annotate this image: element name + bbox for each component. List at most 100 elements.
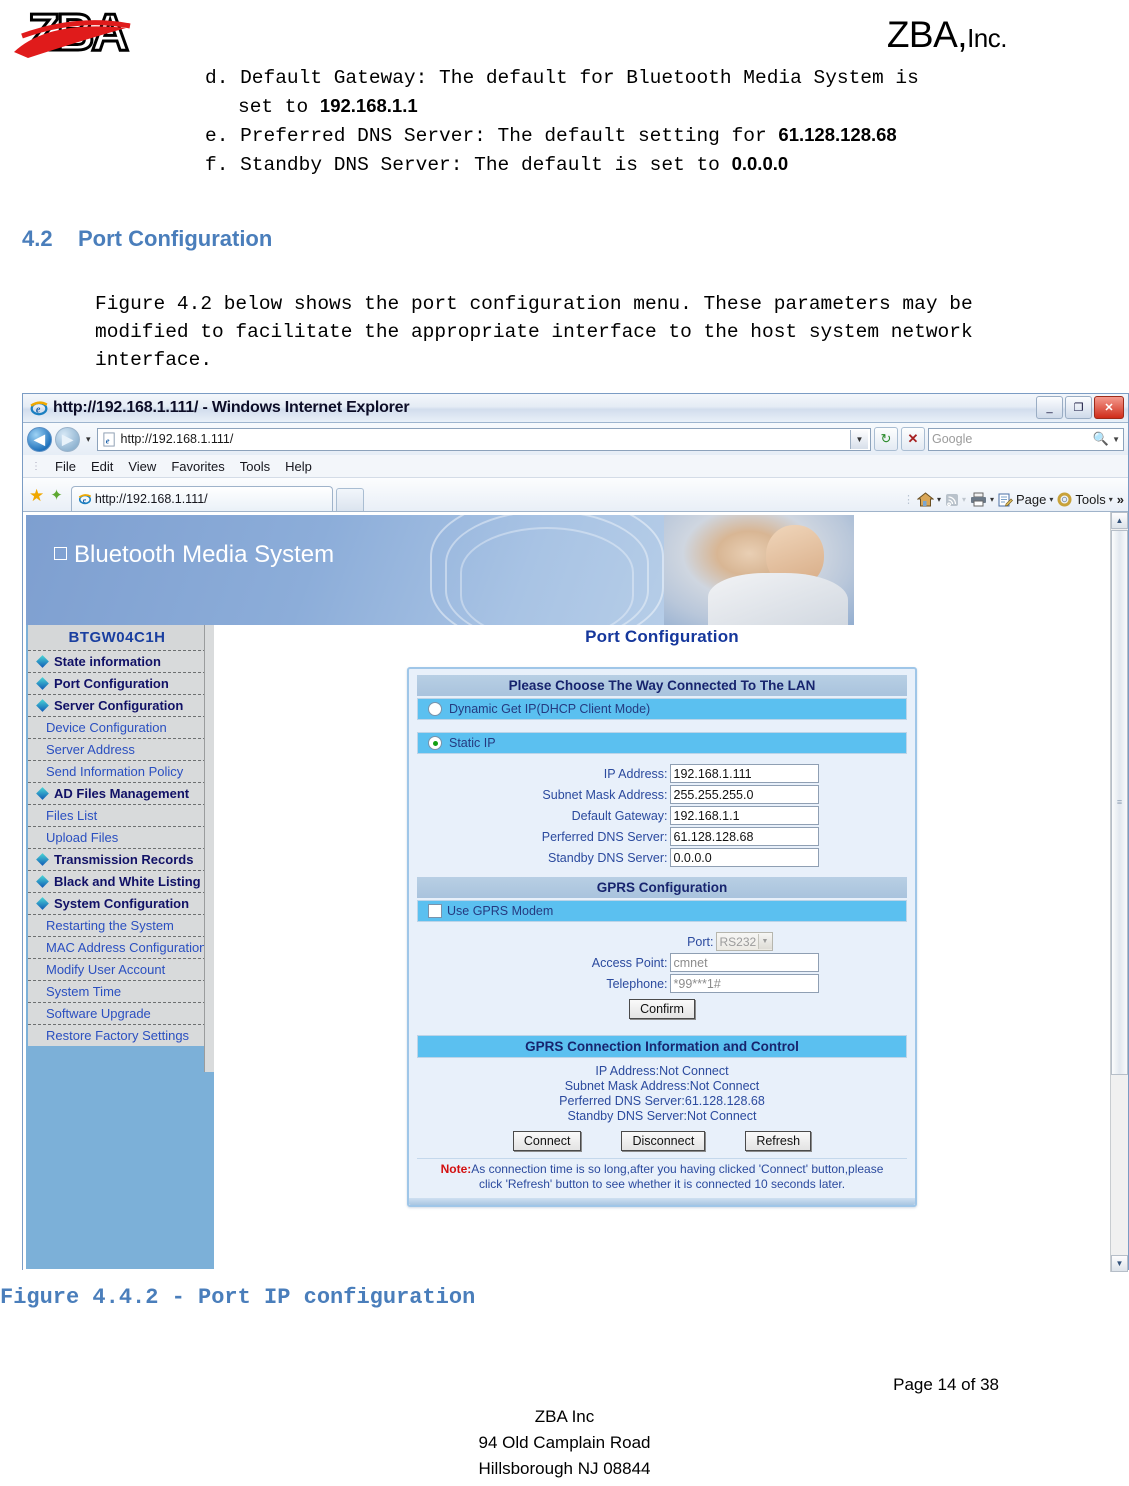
menu-item-edit[interactable]: Edit [91,459,113,474]
home-button[interactable]: ▾ [916,492,941,507]
use-gprs-modem-row[interactable]: Use GPRS Modem [417,900,907,922]
chevron-down-icon[interactable]: ▼ [757,934,772,949]
subnet-mask-input[interactable]: 255.255.255.0 [669,785,819,804]
tools-icon [1057,492,1072,507]
standby-dns-input[interactable]: 0.0.0.0 [669,848,819,867]
site-sidebar: BTGW04C1H State information Port Configu… [26,625,214,1269]
stop-button[interactable]: ✕ [901,427,925,451]
browser-tab[interactable]: e http://192.168.1.111/ [70,486,333,511]
scroll-down-button[interactable]: ▼ [1111,1255,1128,1272]
new-tab-button[interactable] [335,488,364,511]
static-ip-option-row[interactable]: Static IP [417,732,907,754]
menu-item-favorites[interactable]: Favorites [171,459,224,474]
sidebar-item-system-configuration[interactable]: System Configuration [28,892,206,914]
list-item-f: f. Standby DNS Server: The default is se… [205,150,1025,179]
gprs-status-info: IP Address:Not Connect Subnet Mask Addre… [417,1058,907,1128]
sidebar-item-restore-factory-settings[interactable]: Restore Factory Settings [28,1024,206,1046]
back-button[interactable]: ◀ [27,426,52,452]
telephone-input[interactable]: *99***1# [669,974,819,993]
history-caret-icon[interactable]: ▾ [83,434,94,445]
port-label: Port: [687,934,714,949]
add-to-favorites-icon[interactable]: ✦ [50,488,63,503]
diamond-bullet-icon [36,897,49,910]
print-caret-icon[interactable]: ▾ [990,495,994,504]
field-row-subnet-mask: Subnet Mask Address: 255.255.255.0 [417,785,907,804]
sidebar-item-software-upgrade[interactable]: Software Upgrade [28,1002,206,1024]
connect-button[interactable]: Connect [512,1131,582,1151]
sidebar-item-mac-address-configuration[interactable]: MAC Address Configuration [28,936,206,958]
sidebar-item-restarting-the-system[interactable]: Restarting the System [28,914,206,936]
list-item-d: d. Default Gateway: The default for Blue… [205,64,1025,121]
disconnect-button[interactable]: Disconnect [621,1131,706,1151]
minimize-button[interactable]: _ [1036,396,1063,419]
sidebar-item-system-time[interactable]: System Time [28,980,206,1002]
print-button[interactable]: ▾ [970,492,994,507]
dhcp-radio[interactable] [428,702,442,716]
sidebar-item-state-information[interactable]: State information [28,650,206,672]
access-point-input[interactable]: cmnet [669,953,819,972]
menu-item-file[interactable]: File [55,459,76,474]
sidebar-item-device-configuration[interactable]: Device Configuration [28,716,206,738]
tab-bar: ★ ✦ e http://192.168.1.111/ ⋮ ▾ ▾ ▾ Page… [23,478,1128,512]
tools-menu-button[interactable]: Tools ▾ [1057,492,1113,507]
browser-window: e http://192.168.1.111/ - Windows Intern… [22,393,1129,1272]
gprs-control-buttons: Connect Disconnect Refresh [417,1128,907,1158]
favorites-icons: ★ ✦ [29,487,71,511]
sidebar-item-port-configuration[interactable]: Port Configuration [28,672,206,694]
search-dropdown-icon[interactable]: ▼ [1109,435,1120,444]
scroll-up-button[interactable]: ▲ [1111,512,1128,529]
diamond-bullet-icon [36,853,49,866]
confirm-button[interactable]: Confirm [629,999,695,1019]
feeds-button[interactable]: ▾ [945,493,966,507]
tools-caret-icon[interactable]: ▾ [1109,495,1113,504]
forward-button[interactable]: ▶ [55,426,80,452]
sidebar-item-send-information-policy[interactable]: Send Information Policy [28,760,206,782]
page-menu-button[interactable]: Page ▾ [998,492,1053,507]
home-caret-icon[interactable]: ▾ [937,495,941,504]
port-selected-value: RS232 [719,934,757,949]
menu-item-view[interactable]: View [128,459,156,474]
sidebar-item-files-list[interactable]: Files List [28,804,206,826]
sidebar-item-modify-user-account[interactable]: Modify User Account [28,958,206,980]
print-icon [970,492,986,507]
scrollbar-thumb[interactable]: ≡ [1111,530,1128,1075]
port-select[interactable]: RS232 ▼ [715,932,773,951]
static-ip-radio[interactable] [428,736,442,750]
page-vertical-scrollbar[interactable]: ▲ ≡ ▼ [1110,512,1128,1272]
default-gateway-input[interactable]: 192.168.1.1 [669,806,819,825]
dhcp-option-row[interactable]: Dynamic Get IP(DHCP Client Mode) [417,698,907,720]
sidebar-item-label: State information [54,654,161,669]
sidebar-scrollbar[interactable] [204,625,214,1072]
stop-icon: ✕ [907,431,919,446]
page-number: Page 14 of 38 [893,1375,999,1394]
sidebar-item-ad-files-management[interactable]: AD Files Management [28,782,206,804]
command-bar: ⋮ ▾ ▾ ▾ Page ▾ Tools ▾ » [903,492,1124,507]
command-overflow-icon[interactable]: » [1117,492,1124,507]
restore-button[interactable]: ❐ [1065,396,1092,419]
close-button[interactable]: ✕ [1094,396,1124,419]
use-gprs-modem-checkbox[interactable] [428,904,442,918]
menu-item-help[interactable]: Help [285,459,312,474]
refresh-button[interactable]: Refresh [745,1131,812,1151]
url-bar[interactable]: e http://192.168.1.111/ ▼ [96,427,871,451]
sidebar-item-label: Files List [46,808,98,823]
search-box[interactable]: Google 🔍 ▼ [928,427,1124,451]
page-caret-icon[interactable]: ▾ [1049,495,1053,504]
sidebar-item-server-address[interactable]: Server Address [28,738,206,760]
sidebar-item-server-configuration[interactable]: Server Configuration [28,694,206,716]
refresh-button[interactable]: ↻ [874,427,898,451]
feeds-caret-icon: ▾ [961,495,966,504]
preferred-dns-input[interactable]: 61.128.128.68 [669,827,819,846]
ip-address-input[interactable]: 192.168.1.111 [669,764,819,783]
sidebar-item-transmission-records[interactable]: Transmission Records [28,848,206,870]
bluetooth-square-icon [54,547,67,560]
menu-item-tools[interactable]: Tools [240,459,270,474]
url-dropdown-icon[interactable]: ▼ [850,429,868,449]
gprs-section-header: GPRS Configuration [417,877,907,898]
banner-person-body [708,573,848,625]
search-icon[interactable]: 🔍 [1093,431,1109,447]
favorites-center-icon[interactable]: ★ [29,487,44,504]
note-line-2: click 'Refresh' button to see whether it… [478,1177,846,1191]
sidebar-item-upload-files[interactable]: Upload Files [28,826,206,848]
sidebar-item-black-and-white-listing[interactable]: Black and White Listing [28,870,206,892]
